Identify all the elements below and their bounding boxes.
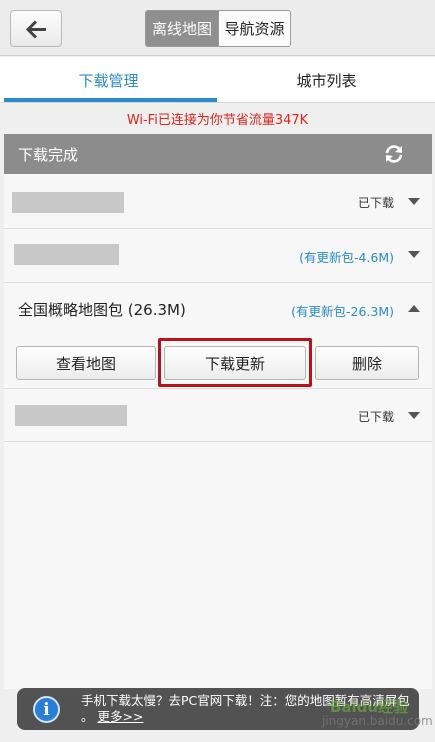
- toast-message-tail: 。: [81, 709, 94, 724]
- chevron-down-icon[interactable]: [408, 251, 420, 258]
- list-item[interactable]: (有更新包-4.6M): [4, 229, 432, 283]
- more-link[interactable]: 更多>>: [98, 709, 144, 724]
- arrow-left-icon: [25, 20, 46, 39]
- section-header: 下载完成: [4, 134, 432, 174]
- redacted-name: [15, 405, 127, 426]
- segment-offline-map[interactable]: 离线地图: [146, 11, 218, 46]
- delete-button[interactable]: 删除: [315, 346, 419, 380]
- refresh-icon[interactable]: [383, 143, 405, 165]
- list-item[interactable]: 已下载: [4, 174, 432, 229]
- status-label: 已下载: [357, 410, 394, 424]
- chevron-down-icon[interactable]: [408, 198, 420, 205]
- view-map-button[interactable]: 查看地图: [16, 346, 156, 380]
- chevron-up-icon[interactable]: [408, 305, 420, 312]
- download-list: 已下载 (有更新包-4.6M) 全国概略地图包 (26.3M) (有更新包-26…: [4, 174, 432, 689]
- active-tab-indicator: [4, 98, 217, 102]
- update-status-label: (有更新包-4.6M): [299, 250, 394, 265]
- tab-download-manager[interactable]: 下载管理: [0, 57, 217, 103]
- status-label: 已下载: [357, 196, 394, 210]
- wifi-notice: Wi-Fi已连接为你节省流量347K: [126, 112, 309, 128]
- tab-bar: 下载管理 城市列表: [0, 57, 435, 103]
- info-icon: i: [33, 696, 60, 723]
- map-type-switch: 离线地图 导航资源: [145, 10, 291, 47]
- redacted-name: [14, 244, 119, 265]
- tab-city-list[interactable]: 城市列表: [218, 57, 435, 103]
- chevron-down-icon[interactable]: [408, 412, 420, 419]
- segment-nav-resources[interactable]: 导航资源: [218, 11, 290, 46]
- watermark-url: jingyan.baidu.com: [322, 714, 433, 728]
- redacted-name: [12, 192, 124, 213]
- section-title: 下载完成: [18, 146, 79, 164]
- list-item[interactable]: 已下载: [4, 389, 432, 442]
- back-button[interactable]: [10, 10, 62, 47]
- map-package-title: 全国概略地图包 (26.3M): [18, 301, 186, 319]
- top-bar: 离线地图 导航资源: [0, 0, 435, 56]
- update-status-label: (有更新包-26.3M): [291, 304, 394, 319]
- highlight-box: [158, 338, 312, 387]
